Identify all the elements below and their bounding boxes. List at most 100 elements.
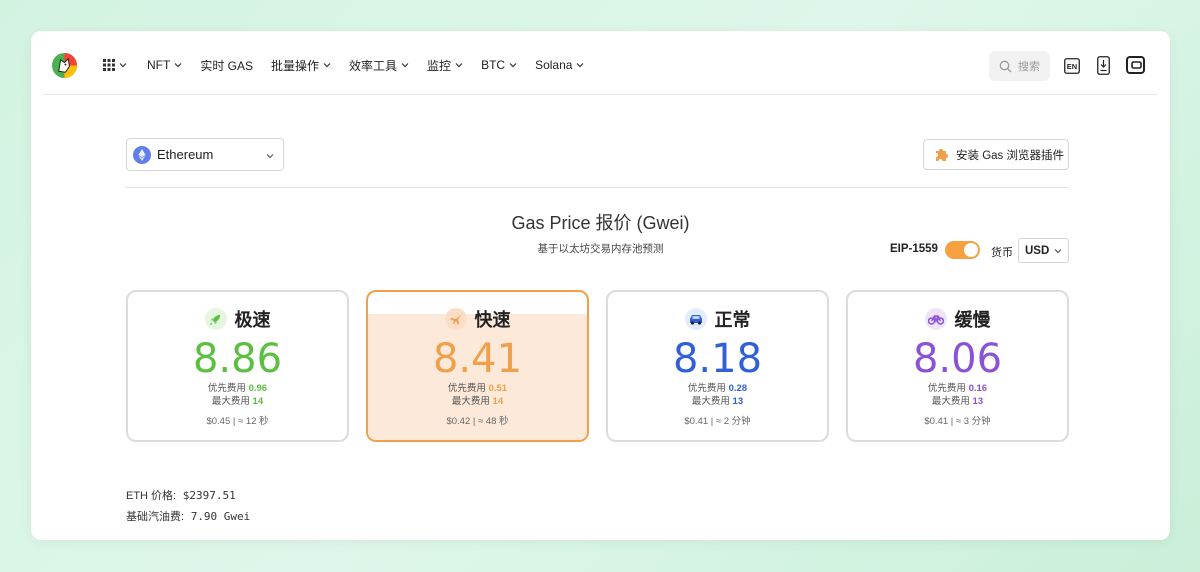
max-fee-label: 最大费用 bbox=[211, 396, 250, 407]
search-placeholder: 搜索 bbox=[1018, 61, 1040, 73]
priority-fee-label: 优先费用 bbox=[927, 383, 966, 394]
wallet-icon[interactable] bbox=[1126, 56, 1145, 74]
priority-fee-value: 0.51 bbox=[488, 383, 508, 394]
gas-tier-card[interactable]: 正常 8.18 优先费用 0.28 最大费用 13 $0.41 | ≈ 2 分钟 bbox=[606, 290, 829, 442]
tier-priority-fee: 优先费用 0.28 bbox=[608, 382, 827, 395]
chain-select[interactable]: Ethereum bbox=[126, 138, 284, 171]
tier-cost-time: $0.42 | ≈ 48 秒 bbox=[446, 416, 509, 427]
priority-fee-value: 0.28 bbox=[728, 383, 748, 394]
tier-priority-fee: 优先费用 0.16 bbox=[848, 382, 1067, 395]
tier-name: 缓慢 bbox=[954, 310, 991, 330]
chevron-down-icon bbox=[323, 63, 331, 68]
max-fee-label: 最大费用 bbox=[451, 396, 490, 407]
chain-select-value: Ethereum bbox=[157, 147, 214, 162]
tier-cost-time: $0.41 | ≈ 2 分钟 bbox=[684, 416, 751, 427]
tier-price: 8.41 bbox=[432, 336, 523, 382]
grid-icon bbox=[103, 59, 115, 71]
chevron-down-icon bbox=[455, 63, 463, 68]
max-fee-value: 13 bbox=[972, 396, 984, 407]
menu-item-label: BTC bbox=[481, 58, 506, 72]
eip1559-toggle[interactable] bbox=[945, 241, 980, 259]
tier-cost: $0.42 bbox=[446, 416, 471, 427]
bicycle-icon bbox=[924, 308, 947, 330]
chevron-down-icon bbox=[509, 63, 517, 68]
menu-item-label: NFT bbox=[147, 58, 171, 72]
page-title: Gas Price 报价 (Gwei) bbox=[511, 213, 690, 233]
max-fee-value: 14 bbox=[492, 396, 504, 407]
menu-item[interactable]: 实时 GAS bbox=[200, 57, 253, 74]
mobile-download-icon[interactable] bbox=[1097, 56, 1110, 75]
currency-label: 货币 bbox=[991, 247, 1013, 259]
tier-cost: $0.45 bbox=[206, 416, 231, 427]
priority-fee-label: 优先费用 bbox=[447, 383, 486, 394]
logo-icon[interactable] bbox=[51, 52, 78, 79]
search-icon bbox=[999, 60, 1012, 72]
tier-name: 快速 bbox=[474, 310, 511, 330]
tier-time: ≈ 3 分钟 bbox=[955, 416, 991, 427]
menu-item[interactable]: BTC bbox=[481, 58, 517, 72]
tier-max-fee: 最大费用 13 bbox=[848, 395, 1067, 408]
menu-item[interactable]: Solana bbox=[535, 58, 584, 72]
max-fee-label: 最大费用 bbox=[691, 396, 730, 407]
install-plugin-button[interactable]: 安装 Gas 浏览器插件 bbox=[923, 139, 1069, 170]
base-fee-label: 基础汽油费: bbox=[126, 511, 185, 523]
eip1559-label: EIP-1559 bbox=[890, 243, 938, 255]
apps-menu-button[interactable] bbox=[103, 59, 127, 71]
menu-item-label: 监控 bbox=[427, 58, 452, 73]
tier-time: ≈ 2 分钟 bbox=[715, 416, 751, 427]
menu-item-label: 实时 GAS bbox=[200, 58, 254, 73]
main-menu: NFT 实时 GAS 批量操作 效率工具 监控 BTC Solana bbox=[103, 53, 602, 77]
tier-name: 正常 bbox=[714, 310, 751, 330]
chevron-down-icon bbox=[401, 63, 409, 68]
main-card: NFT 实时 GAS 批量操作 效率工具 监控 BTC Solana 搜索 EN Ether… bbox=[31, 31, 1170, 540]
menu-item-label: 批量操作 bbox=[271, 58, 320, 73]
priority-fee-value: 0.96 bbox=[248, 383, 268, 394]
currency-value: USD bbox=[1025, 244, 1050, 257]
tier-cost-time: $0.45 | ≈ 12 秒 bbox=[206, 416, 269, 427]
tier-priority-fee: 优先费用 0.96 bbox=[128, 382, 347, 395]
eth-price-row: ETH 价格: $2397.51 bbox=[126, 487, 236, 503]
search-input[interactable]: 搜索 bbox=[989, 51, 1050, 81]
eth-price-label: ETH 价格: bbox=[126, 490, 177, 502]
menu-item[interactable]: 监控 bbox=[427, 57, 463, 74]
base-fee-value: 7.90 Gwei bbox=[190, 510, 251, 523]
toggle-knob bbox=[964, 243, 978, 257]
tier-price: 8.18 bbox=[672, 336, 763, 382]
tier-cost: $0.41 bbox=[924, 416, 949, 427]
chevron-down-icon bbox=[174, 63, 182, 68]
tier-cost: $0.41 bbox=[684, 416, 709, 427]
chevron-down-icon bbox=[1054, 249, 1062, 254]
chevron-down-icon bbox=[266, 154, 274, 159]
top-nav: NFT 实时 GAS 批量操作 效率工具 监控 BTC Solana 搜索 EN bbox=[43, 31, 1158, 95]
gas-tier-card[interactable]: 缓慢 8.06 优先费用 0.16 最大费用 13 $0.41 | ≈ 3 分钟 bbox=[846, 290, 1069, 442]
menu-item-label: Solana bbox=[535, 58, 573, 72]
base-fee-row: 基础汽油费: 7.90 Gwei bbox=[126, 508, 250, 524]
language-button[interactable]: EN bbox=[1064, 58, 1080, 79]
tier-time: ≈ 48 秒 bbox=[477, 416, 509, 427]
chevron-down-icon bbox=[119, 63, 127, 68]
airplane-icon bbox=[444, 308, 467, 330]
gas-tier-card[interactable]: 极速 8.86 优先费用 0.96 最大费用 14 $0.45 | ≈ 12 秒 bbox=[126, 290, 349, 442]
car-icon bbox=[684, 308, 707, 330]
tier-name: 极速 bbox=[234, 310, 271, 330]
ethereum-icon bbox=[133, 145, 151, 164]
tier-max-fee: 最大费用 14 bbox=[128, 395, 347, 408]
gas-tier-card[interactable]: 快速 8.41 优先费用 0.51 最大费用 14 $0.42 | ≈ 48 秒 bbox=[366, 290, 589, 442]
tier-max-fee: 最大费用 13 bbox=[608, 395, 827, 408]
tier-price: 8.86 bbox=[192, 336, 283, 382]
menu-item[interactable]: NFT bbox=[147, 58, 182, 72]
language-badge: EN bbox=[1066, 62, 1078, 71]
currency-select[interactable]: USD bbox=[1018, 238, 1069, 263]
tier-max-fee: 最大费用 14 bbox=[368, 395, 587, 408]
max-fee-label: 最大费用 bbox=[931, 396, 970, 407]
tier-cost-time: $0.41 | ≈ 3 分钟 bbox=[924, 416, 991, 427]
priority-fee-label: 优先费用 bbox=[687, 383, 726, 394]
tier-price: 8.06 bbox=[912, 336, 1003, 382]
divider bbox=[126, 187, 1069, 188]
eth-price-value: $2397.51 bbox=[182, 489, 236, 502]
menu-item-label: 效率工具 bbox=[349, 58, 398, 73]
menu-item[interactable]: 批量操作 bbox=[271, 57, 331, 74]
menu-item[interactable]: 效率工具 bbox=[349, 57, 409, 74]
max-fee-value: 13 bbox=[732, 396, 744, 407]
max-fee-value: 14 bbox=[252, 396, 264, 407]
